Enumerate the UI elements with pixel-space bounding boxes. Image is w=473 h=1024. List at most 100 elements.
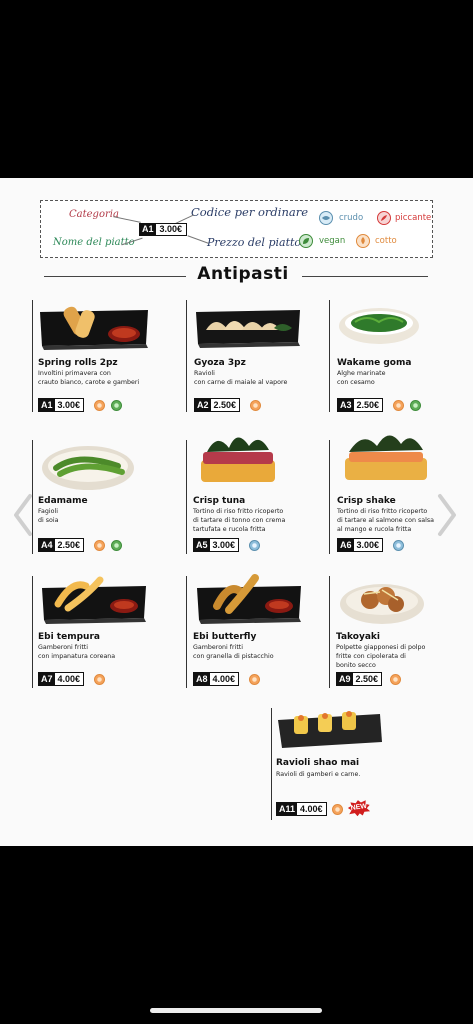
cooked-icon [250,400,261,411]
card-rule [271,708,272,820]
menu-item-crisp-tuna[interactable]: Crisp tuna Tortino di riso fritto ricope… [193,424,325,554]
item-description: Involtini primavera con crauto bianco, c… [38,370,140,386]
item-price-chip: A4 2.50€ [38,538,85,552]
card-rule [329,440,330,554]
card-rule [186,440,187,554]
item-code: A4 [39,539,55,551]
item-code: A3 [338,399,354,411]
item-name: Gyoza 3pz [194,358,246,368]
legend-sample-price: 3.00€ [155,224,187,235]
item-price: 2.50€ [54,539,84,551]
cooked-icon [393,400,404,411]
gyoza-image [196,310,300,348]
vegan-icon [111,540,122,551]
legend-order-code-label: Codice per ordinare [191,205,309,219]
legend-vegan-label: vegan [319,236,346,246]
item-price: 3.00€ [54,399,84,411]
item-code: A7 [39,673,55,685]
wakame-image [339,308,419,344]
cooked-icon [94,674,105,685]
ebi-tempura-image [42,576,146,624]
ebi-butterfly-image [197,574,301,624]
item-name: Crisp shake [337,496,396,506]
card-rule [32,576,33,688]
item-description: Ravioli con carne di maiale al vapore [194,370,288,386]
legend-category-label: Categoria [69,209,119,220]
menu-item-ebi-tempura[interactable]: Ebi tempura Gamberoni fritti con impanat… [38,570,170,688]
menu-page: Categoria Nome del piatto Codice per ord… [0,178,473,846]
legend-dish-name-label: Nome del piatto [53,237,135,248]
new-badge: NEW [347,799,371,818]
item-code: A2 [195,399,211,411]
item-price: 4.00€ [54,673,84,685]
legend-cooked-label: cotto [375,236,397,246]
item-price-chip: A2 2.50€ [194,398,241,412]
item-code: A1 [39,399,55,411]
next-page-arrow[interactable] [432,490,462,540]
spring-rolls-image [40,306,148,350]
legend-sample-code: A1 [140,224,156,235]
item-description: Alghe marinate con cesamo [337,370,386,386]
legend-box: Categoria Nome del piatto Codice per ord… [40,200,433,258]
top-black-bar [0,0,473,178]
menu-item-gyoza[interactable]: Gyoza 3pz Ravioli con carne di maiale al… [194,300,326,412]
takoyaki-image [340,584,424,624]
item-price-chip: A3 2.50€ [337,398,384,412]
menu-item-ebi-butterfly[interactable]: Ebi butterfly Gamberoni fritti con grane… [193,570,325,688]
cooked-icon [356,234,370,248]
menu-item-takoyaki[interactable]: Takoyaki Polpette giapponesi di polpo fr… [336,574,468,688]
item-price: 4.00€ [209,673,239,685]
item-description: Polpette giapponesi di polpo fritte con … [336,644,426,669]
item-price-chip: A8 4.00€ [193,672,240,686]
card-rule [186,300,187,412]
spicy-icon [377,211,391,225]
section-divider [302,276,428,277]
item-name: Wakame goma [337,358,412,368]
item-price-chip: A7 4.00€ [38,672,85,686]
item-price: 3.00€ [353,539,383,551]
legend-price-label: Prezzo del piatto [207,236,302,249]
raw-icon [393,540,404,551]
item-description: Gamberoni fritti con granella di pistacc… [193,644,274,660]
item-description: Ravioli di gamberi e carne. [276,771,361,778]
raw-icon [249,540,260,551]
card-rule [329,300,330,412]
previous-page-arrow[interactable] [8,490,38,540]
legend-spicy-label: piccante [395,213,432,223]
cooked-icon [94,540,105,551]
legend-connector [187,235,209,244]
item-name: Spring rolls 2pz [38,358,118,368]
item-price-chip: A11 4.00€ [276,802,327,816]
cooked-icon [390,674,401,685]
card-rule [186,576,187,688]
chevron-right-icon [438,494,456,536]
cooked-icon [249,674,260,685]
item-price: 2.50€ [210,399,240,411]
bottom-black-bar [0,846,473,1024]
menu-item-spring-rolls[interactable]: Spring rolls 2pz Involtini primavera con… [38,300,170,412]
vegan-icon [111,400,122,411]
menu-item-wakame-goma[interactable]: Wakame goma Alghe marinate con cesamo A3… [337,300,469,412]
legend-sample-chip: A1 3.00€ [139,223,188,236]
item-name: Edamame [38,496,88,506]
item-price: 2.50€ [353,399,383,411]
item-name: Ebi butterfly [193,632,257,642]
item-code: A6 [338,539,354,551]
item-price: 3.00€ [209,539,239,551]
item-price-chip: A9 2.50€ [336,672,383,686]
item-code: A5 [194,539,210,551]
item-name: Crisp tuna [193,496,246,506]
menu-item-ravioli-shao-mai[interactable]: Ravioli shao mai Ravioli di gamberi e ca… [276,706,416,822]
shao-mai-image [278,711,382,748]
item-code: A8 [194,673,210,685]
legend-raw-label: crudo [339,213,364,223]
item-code: A11 [277,803,298,815]
menu-item-edamame[interactable]: Edamame Fagioli di soia A4 2.50€ [38,440,170,554]
item-price-chip: A5 3.00€ [193,538,240,552]
vegan-icon [299,234,313,248]
item-price: 4.00€ [297,803,326,815]
card-rule [329,576,330,688]
home-indicator[interactable] [150,1008,322,1013]
cooked-icon [332,804,343,815]
item-price-chip: A6 3.00€ [337,538,384,552]
